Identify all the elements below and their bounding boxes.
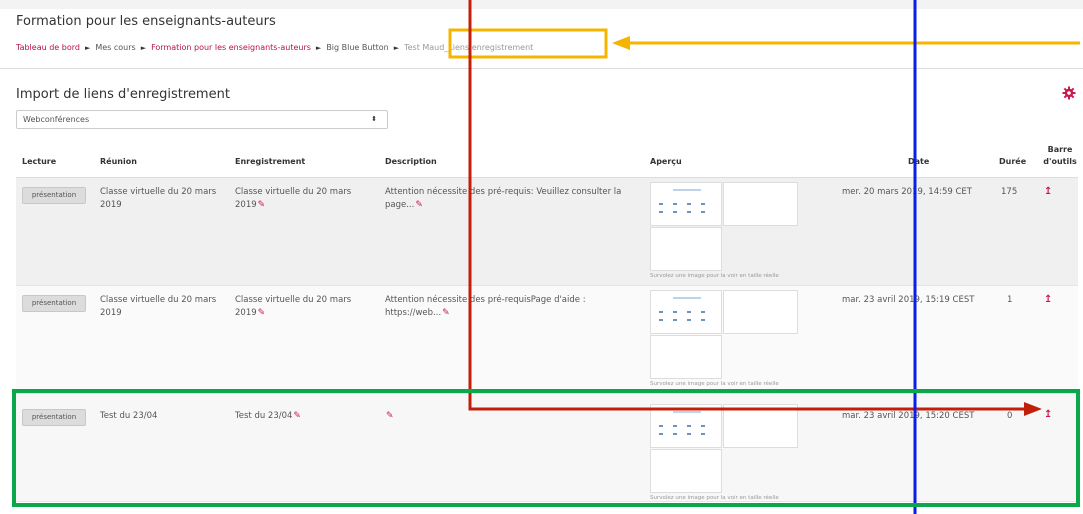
select-arrow-icon: ⬍ — [371, 115, 377, 123]
enregistrement-cell: Classe virtuelle du 20 mars 2019✎ — [235, 294, 367, 320]
date-cell: mer. 20 mars 2019, 14:59 CET — [842, 187, 972, 197]
breadcrumb-item-dashboard[interactable]: Tableau de bord — [16, 43, 80, 52]
breadcrumb-separator: ► — [315, 44, 322, 52]
pencil-icon[interactable]: ✎ — [258, 200, 266, 210]
toolbar-action-icon[interactable]: ↥ — [1044, 294, 1052, 305]
enregistrement-cell: Test du 23/04✎ — [235, 410, 367, 423]
column-header-reunion[interactable]: Réunion — [100, 157, 137, 166]
enregistrement-text: Classe virtuelle du 20 mars 2019 — [235, 295, 352, 318]
breadcrumb-separator: ► — [393, 44, 400, 52]
breadcrumb-item-current: Test Maud_Liens enregistrement — [404, 43, 534, 52]
select-value: Webconférences — [23, 115, 90, 124]
column-header-apercu[interactable]: Aperçu — [650, 157, 682, 166]
preview-thumbnail[interactable] — [650, 449, 722, 493]
enregistrement-text: Test du 23/04 — [235, 411, 293, 421]
duree-cell: 0 — [1007, 411, 1013, 421]
reunion-cell: Classe virtuelle du 20 mars 2019 — [100, 295, 217, 318]
column-header-description[interactable]: Description — [385, 157, 437, 166]
recordings-table: Lecture Réunion Enregistrement Descripti… — [16, 136, 1078, 502]
preview-caption: Survolez une image pour la voir en taill… — [650, 495, 779, 501]
pencil-icon[interactable]: ✎ — [293, 411, 301, 421]
description-cell: Attention nécessite des pré-requisPage d… — [385, 294, 640, 320]
preview-thumbnail[interactable] — [723, 404, 798, 448]
column-header-lecture[interactable]: Lecture — [22, 157, 56, 166]
page-title: Formation pour les enseignants-auteurs — [16, 14, 276, 29]
duree-cell: 1 — [1007, 295, 1013, 305]
preview-thumbnail[interactable] — [723, 182, 798, 226]
recording-type-select[interactable]: Webconférences ⬍ — [16, 110, 388, 129]
column-header-duree[interactable]: Durée — [999, 157, 1026, 166]
pencil-icon[interactable]: ✎ — [386, 411, 394, 421]
play-presentation-button[interactable]: présentation — [22, 409, 86, 426]
gear-icon-shape — [1062, 86, 1076, 100]
play-presentation-button[interactable]: présentation — [22, 295, 86, 312]
preview-caption: Survolez une image pour la voir en taill… — [650, 273, 779, 279]
toolbar-action-icon[interactable]: ↥ — [1044, 409, 1052, 420]
pencil-icon[interactable]: ✎ — [258, 308, 266, 318]
preview-thumbnail[interactable] — [650, 335, 722, 379]
top-strip — [0, 0, 1083, 9]
duree-cell: 175 — [1001, 187, 1018, 197]
play-presentation-button[interactable]: présentation — [22, 187, 86, 204]
preview-thumbnail[interactable] — [650, 227, 722, 271]
preview-thumbnail[interactable] — [650, 290, 722, 334]
enregistrement-text: Classe virtuelle du 20 mars 2019 — [235, 187, 352, 210]
description-cell: Attention nécessite des pré-requis: Veui… — [385, 186, 640, 212]
preview-thumbnail[interactable] — [650, 404, 722, 448]
column-header-enregistrement[interactable]: Enregistrement — [235, 157, 305, 166]
breadcrumb-item-bbb[interactable]: Big Blue Button — [326, 43, 388, 52]
table-row: présentation Classe virtuelle du 20 mars… — [16, 178, 1078, 286]
table-row: présentation Classe virtuelle du 20 mars… — [16, 286, 1078, 394]
reunion-cell: Classe virtuelle du 20 mars 2019 — [100, 187, 217, 210]
description-text: Attention nécessite des pré-requisPage d… — [385, 295, 586, 318]
breadcrumb-separator: ► — [140, 44, 147, 52]
preview-thumbnail[interactable] — [650, 182, 722, 226]
preview-thumbnail[interactable] — [723, 290, 798, 334]
date-cell: mar. 23 avril 2019, 15:20 CEST — [842, 411, 975, 421]
gear-icon[interactable] — [1062, 86, 1076, 100]
page-header: Formation pour les enseignants-auteurs T… — [0, 9, 1083, 69]
toolbar-action-icon[interactable]: ↥ — [1044, 186, 1052, 197]
pencil-icon[interactable]: ✎ — [415, 200, 423, 210]
enregistrement-cell: Classe virtuelle du 20 mars 2019✎ — [235, 186, 367, 212]
breadcrumb: Tableau de bord ► Mes cours ► Formation pour… — [16, 43, 533, 52]
preview-caption: Survolez une image pour la voir en taill… — [650, 381, 779, 387]
breadcrumb-item-my-courses[interactable]: Mes cours — [95, 43, 135, 52]
date-cell: mar. 23 avril 2019, 15:19 CEST — [842, 295, 975, 305]
table-header: Lecture Réunion Enregistrement Descripti… — [16, 136, 1078, 178]
column-header-barre[interactable]: Barre d'outils — [1042, 144, 1078, 168]
pencil-icon[interactable]: ✎ — [442, 308, 450, 318]
table-row: présentation Test du 23/04 Test du 23/04… — [16, 394, 1078, 502]
reunion-cell: Test du 23/04 — [100, 411, 158, 421]
section-title: Import de liens d'enregistrement — [16, 87, 230, 102]
breadcrumb-separator: ► — [84, 44, 91, 52]
column-header-date[interactable]: Date — [908, 157, 929, 166]
breadcrumb-item-course[interactable]: Formation pour les enseignants-auteurs — [151, 43, 311, 52]
description-cell: ✎ — [385, 410, 640, 423]
